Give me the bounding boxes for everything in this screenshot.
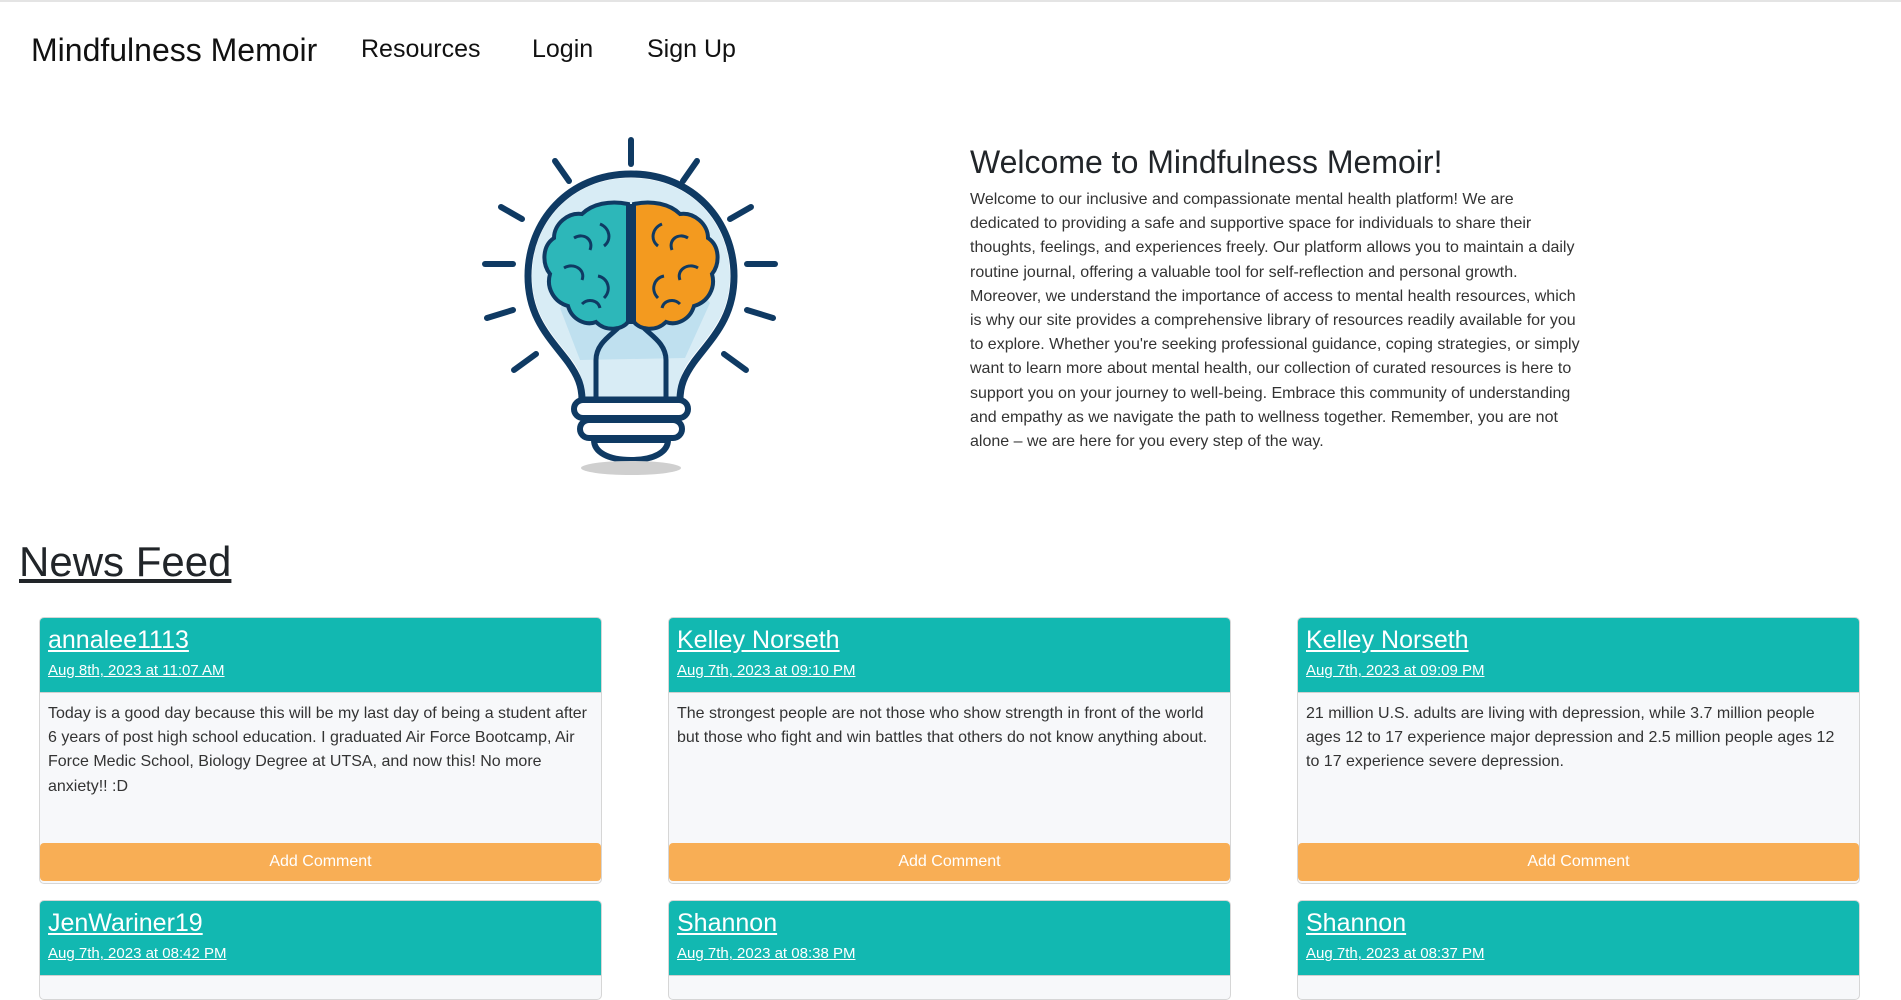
nav-link-resources[interactable]: Resources <box>361 35 481 64</box>
post-card-header: Shannon Aug 7th, 2023 at 08:37 PM <box>1298 901 1859 976</box>
nav-link-login[interactable]: Login <box>532 35 593 64</box>
post-username-link[interactable]: annalee1113 <box>48 626 189 655</box>
post-username-link[interactable]: Shannon <box>1306 909 1406 938</box>
add-comment-button[interactable]: Add Comment <box>669 843 1230 881</box>
post-date-link[interactable]: Aug 7th, 2023 at 08:37 PM <box>1306 945 1484 962</box>
post-date-link[interactable]: Aug 7th, 2023 at 08:42 PM <box>48 945 226 962</box>
post-date-link[interactable]: Aug 7th, 2023 at 09:09 PM <box>1306 662 1484 679</box>
post-username-link[interactable]: Kelley Norseth <box>677 626 840 655</box>
post-card: Shannon Aug 7th, 2023 at 08:38 PM <box>668 900 1231 1000</box>
lightbulb-brain-icon <box>482 137 778 475</box>
add-comment-button[interactable]: Add Comment <box>40 843 601 881</box>
nav-link-sign-up[interactable]: Sign Up <box>647 35 736 64</box>
post-card: Shannon Aug 7th, 2023 at 08:37 PM <box>1297 900 1860 1000</box>
post-date-link[interactable]: Aug 7th, 2023 at 08:38 PM <box>677 945 855 962</box>
post-card: JenWariner19 Aug 7th, 2023 at 08:42 PM <box>39 900 602 1000</box>
post-body: The strongest people are not those who s… <box>677 705 1208 747</box>
post-card-header: Kelley Norseth Aug 7th, 2023 at 09:10 PM <box>669 618 1230 693</box>
welcome-section: Welcome to Mindfulness Memoir! Welcome t… <box>970 142 1580 454</box>
post-card: Kelley Norseth Aug 7th, 2023 at 09:09 PM… <box>1297 617 1860 884</box>
post-card: annalee1113 Aug 8th, 2023 at 11:07 AM To… <box>39 617 602 884</box>
post-card-header: annalee1113 Aug 8th, 2023 at 11:07 AM <box>40 618 601 693</box>
post-date-link[interactable]: Aug 8th, 2023 at 11:07 AM <box>48 662 225 679</box>
post-body: 21 million U.S. adults are living with d… <box>1306 705 1835 771</box>
post-card-header: Kelley Norseth Aug 7th, 2023 at 09:09 PM <box>1298 618 1859 693</box>
post-username-link[interactable]: Shannon <box>677 909 777 938</box>
post-date-link[interactable]: Aug 7th, 2023 at 09:10 PM <box>677 662 855 679</box>
post-card: Kelley Norseth Aug 7th, 2023 at 09:10 PM… <box>668 617 1231 884</box>
post-username-link[interactable]: JenWariner19 <box>48 909 203 938</box>
post-card-header: JenWariner19 Aug 7th, 2023 at 08:42 PM <box>40 901 601 976</box>
brand-link[interactable]: Mindfulness Memoir <box>31 32 317 69</box>
add-comment-button[interactable]: Add Comment <box>1298 843 1859 881</box>
post-body: Today is a good day because this will be… <box>48 705 587 795</box>
welcome-title: Welcome to Mindfulness Memoir! <box>970 144 1443 180</box>
news-feed-title: News Feed <box>19 538 232 585</box>
welcome-paragraph: Welcome to our inclusive and compassiona… <box>970 191 1580 451</box>
navbar: Mindfulness Memoir Resources Login Sign … <box>0 2 1901 96</box>
post-card-header: Shannon Aug 7th, 2023 at 08:38 PM <box>669 901 1230 976</box>
post-username-link[interactable]: Kelley Norseth <box>1306 626 1469 655</box>
